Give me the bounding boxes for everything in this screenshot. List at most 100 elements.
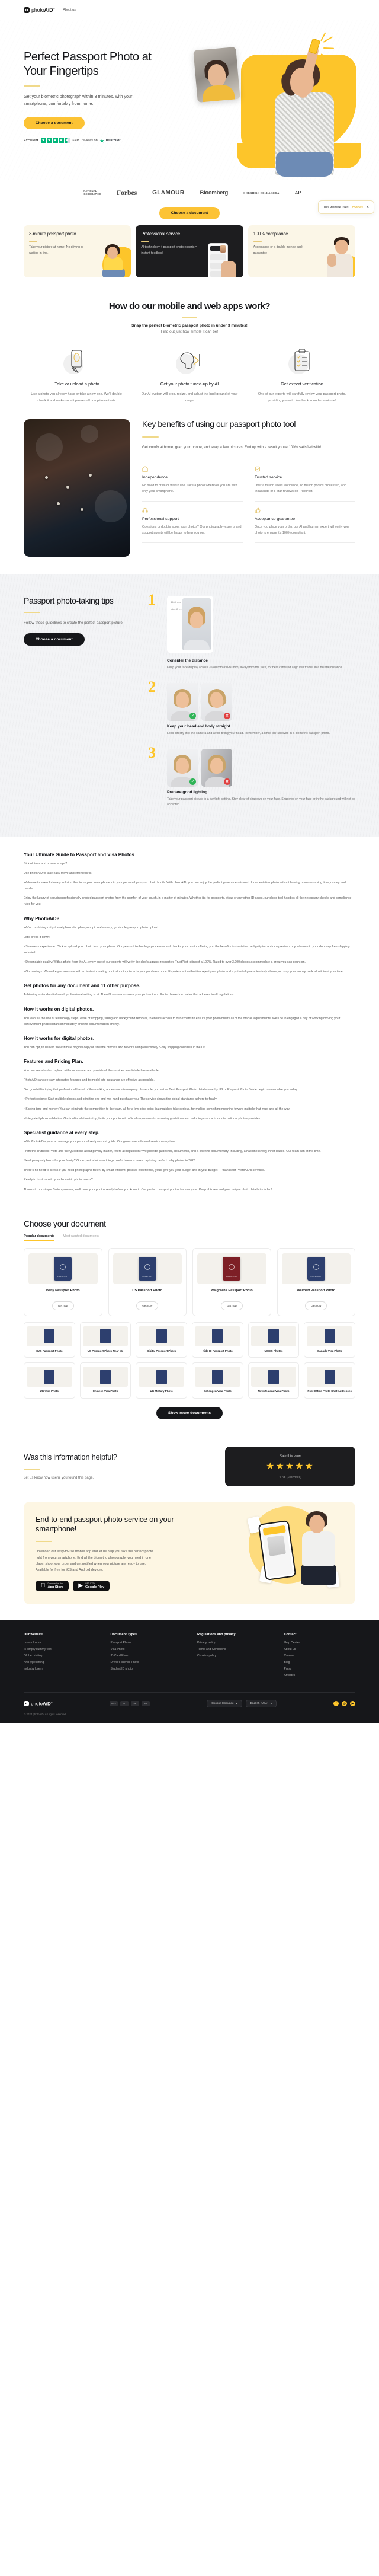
footer-link[interactable]: Of the printing — [24, 1654, 95, 1658]
footer-link[interactable]: And typesetting — [24, 1661, 95, 1664]
close-icon[interactable]: × — [367, 205, 369, 209]
choose-document-button-mid[interactable]: Choose a document — [159, 207, 220, 219]
card-title: 3-minute passport photo — [29, 231, 76, 237]
document-card-small[interactable]: Post Office Photo Shot Addresses — [304, 1362, 355, 1399]
document-card-small[interactable]: Schengen Visa Photo — [191, 1362, 243, 1399]
footer-link[interactable]: Privacy policy — [197, 1641, 269, 1645]
app-promo-section: End-to-end passport photo service on you… — [24, 1501, 355, 1605]
choose-document-button[interactable]: Choose a document — [24, 116, 85, 129]
trustpilot-rating[interactable]: Excellent ★ ★ ★ ★ ★ 3303 reviews on ★ Trustpi… — [24, 138, 166, 143]
document-card-small[interactable]: UK Visa Photo — [24, 1362, 75, 1399]
step-expert-verification: Get expert verification One of our exper… — [249, 348, 355, 404]
article-paragraph: Achieving a standard-informal, professio… — [24, 993, 235, 997]
article-body: Sick of lines and unsure snaps? Use photo… — [24, 861, 355, 1193]
document-card[interactable]: PASSPORT Walmart Passport Photo Get now — [277, 1247, 355, 1316]
sample-photo-good: ✓ — [167, 682, 198, 721]
google-play-button[interactable]: ▶ GET IT ON Google Play — [73, 1580, 110, 1592]
get-now-button[interactable]: Get now — [220, 1301, 243, 1310]
document-card-small[interactable]: New Zealand Visa Photo — [248, 1362, 300, 1399]
get-now-button[interactable]: Get now — [305, 1301, 327, 1310]
logo-corriere: CORRIERE DELLA SERA — [243, 191, 280, 194]
document-card-small[interactable]: USCIS Photos — [248, 1321, 300, 1358]
document-card[interactable]: PASSPORT US Passport Photo Get now — [108, 1247, 187, 1316]
document-card-small[interactable]: CVS Passport Photo — [24, 1321, 75, 1358]
document-card[interactable]: PASSPORT Walgreens Passport Photo Get now — [192, 1247, 271, 1316]
applepay-icon: AP — [141, 1701, 150, 1707]
benefit-title: Acceptance guarantee — [255, 517, 296, 522]
article-paragraph: With PhotoAiD's you can manage your pers… — [24, 1139, 176, 1144]
step-text: One of our experts will carefully review… — [258, 392, 346, 403]
mastercard-icon: MC — [120, 1701, 129, 1707]
logo-glamour: GLAMOUR — [152, 190, 185, 196]
tip-number: 2 — [148, 678, 156, 695]
document-card-small[interactable]: Chinese Visa Photo — [79, 1362, 131, 1399]
logo-bloomberg: Bloomberg — [200, 190, 229, 196]
show-more-documents-button[interactable]: Show more documents — [156, 1406, 223, 1419]
document-grid-small: CVS Passport Photo US Passport Photo Near… — [24, 1321, 355, 1399]
star-rating-input[interactable]: ★★★★★ — [231, 1461, 349, 1471]
footer-link[interactable]: Careers — [284, 1654, 356, 1658]
footer-link[interactable]: Visa Photo — [111, 1648, 182, 1651]
footer-link[interactable]: Lorem Ipsum — [24, 1641, 95, 1645]
payment-methods: VISA MC PP AP — [109, 1701, 150, 1707]
footer-column-title: Contact — [284, 1633, 297, 1637]
youtube-icon[interactable]: ▶ — [350, 1701, 355, 1707]
footer-link[interactable]: Affiliates — [284, 1674, 356, 1677]
nav-about-us[interactable]: About us — [63, 8, 76, 12]
cookie-link[interactable]: cookies — [352, 206, 363, 209]
feature-card-professional[interactable]: Professional service AI technology + pas… — [136, 225, 243, 277]
article-paragraph: You can see standard upload with our ser… — [24, 1069, 160, 1072]
rate-this-page-widget[interactable]: Rate this page ★★★★★ 4.7/5 (183 votes) — [225, 1446, 355, 1486]
footer-link[interactable]: ID Card Photo — [111, 1654, 182, 1658]
benefit-trusted-service: Trusted service Over a million users wor… — [255, 460, 355, 502]
footer-link[interactable]: Cookies policy — [197, 1654, 269, 1658]
girl-illustration — [100, 244, 126, 277]
footer-link[interactable]: Blog — [284, 1661, 356, 1664]
footer-link[interactable]: Terms and Conditions — [197, 1648, 269, 1651]
footer-link[interactable]: Driver's license Photo — [111, 1661, 182, 1664]
footer-link[interactable]: Student ID photo — [111, 1667, 182, 1671]
article-paragraph: PhotoAiD can see-saw integrated features… — [24, 1078, 155, 1083]
passport-thumbnail — [307, 1326, 352, 1346]
footer-logo[interactable]: photoAiD® — [24, 1701, 53, 1706]
passport-thumbnail — [27, 1326, 72, 1346]
footer-column: Contact Help Center About us Careers Blog Pre… — [284, 1633, 356, 1680]
document-card-small[interactable]: Canada Visa Photo — [304, 1321, 355, 1358]
footer-link[interactable]: Press — [284, 1667, 356, 1671]
rate-label: Rate this page — [279, 1454, 301, 1458]
article-section: Your Ultimate Guide to Passport and Visa… — [0, 837, 379, 1209]
footer-link[interactable]: Is simply dummy text — [24, 1648, 95, 1651]
feature-card-compliance[interactable]: 100% compliance Acceptance or a double m… — [248, 225, 355, 277]
get-now-button[interactable]: Get now — [52, 1301, 74, 1310]
article-paragraph: • Perfect options: Start multiple photos… — [24, 1097, 217, 1102]
logo[interactable]: photoAiD® — [24, 7, 54, 13]
instagram-icon[interactable]: ◎ — [342, 1701, 347, 1707]
get-now-button[interactable]: Get now — [136, 1301, 159, 1310]
tab-most-wanted-documents[interactable]: Most wanted documents — [63, 1234, 99, 1241]
document-card[interactable]: PASSPORT Baby Passport Photo Get now — [24, 1247, 102, 1316]
tab-popular-documents[interactable]: Popular documents — [24, 1234, 55, 1241]
footer-link[interactable]: Help Center — [284, 1641, 356, 1645]
check-icon: ✓ — [190, 778, 196, 785]
document-card-small[interactable]: Kids ID Passport Photo — [191, 1321, 243, 1358]
footer-link[interactable]: About us — [284, 1648, 356, 1651]
document-title: UK Military Photo — [150, 1390, 173, 1393]
facebook-icon[interactable]: f — [333, 1701, 339, 1707]
footer-link[interactable]: Passport Photo — [111, 1641, 182, 1645]
document-title: New Zealand Visa Photo — [258, 1390, 290, 1393]
chevron-down-icon: ▾ — [270, 1702, 272, 1706]
currency-select[interactable]: Choose language ▾ — [207, 1700, 242, 1708]
document-card-small[interactable]: Digital Passport Photo — [136, 1321, 187, 1358]
ruler-bottom-label: min. 45 mm — [171, 608, 183, 611]
app-store-button[interactable]:  Download on theApp Store — [36, 1580, 69, 1592]
footer-link[interactable]: Industry lorem — [24, 1667, 95, 1671]
document-card-small[interactable]: US Passport Photo Near Me — [79, 1321, 131, 1358]
choose-document-button-tips[interactable]: Choose a document — [24, 633, 85, 646]
cookie-banner[interactable]: This website uses cookies × — [317, 200, 374, 214]
step-take-photo: Take or upload a photo Use a photo you a… — [24, 348, 130, 404]
feature-card-3-minute[interactable]: 3-minute passport photo Take your pictur… — [24, 225, 131, 277]
document-card-small[interactable]: UK Military Photo — [136, 1362, 187, 1399]
tips-subtitle: Follow these guidelines to create the pe… — [24, 621, 124, 625]
document-title: Chinese Visa Photo — [92, 1390, 118, 1393]
language-select[interactable]: English (USA) ▾ — [245, 1700, 277, 1708]
